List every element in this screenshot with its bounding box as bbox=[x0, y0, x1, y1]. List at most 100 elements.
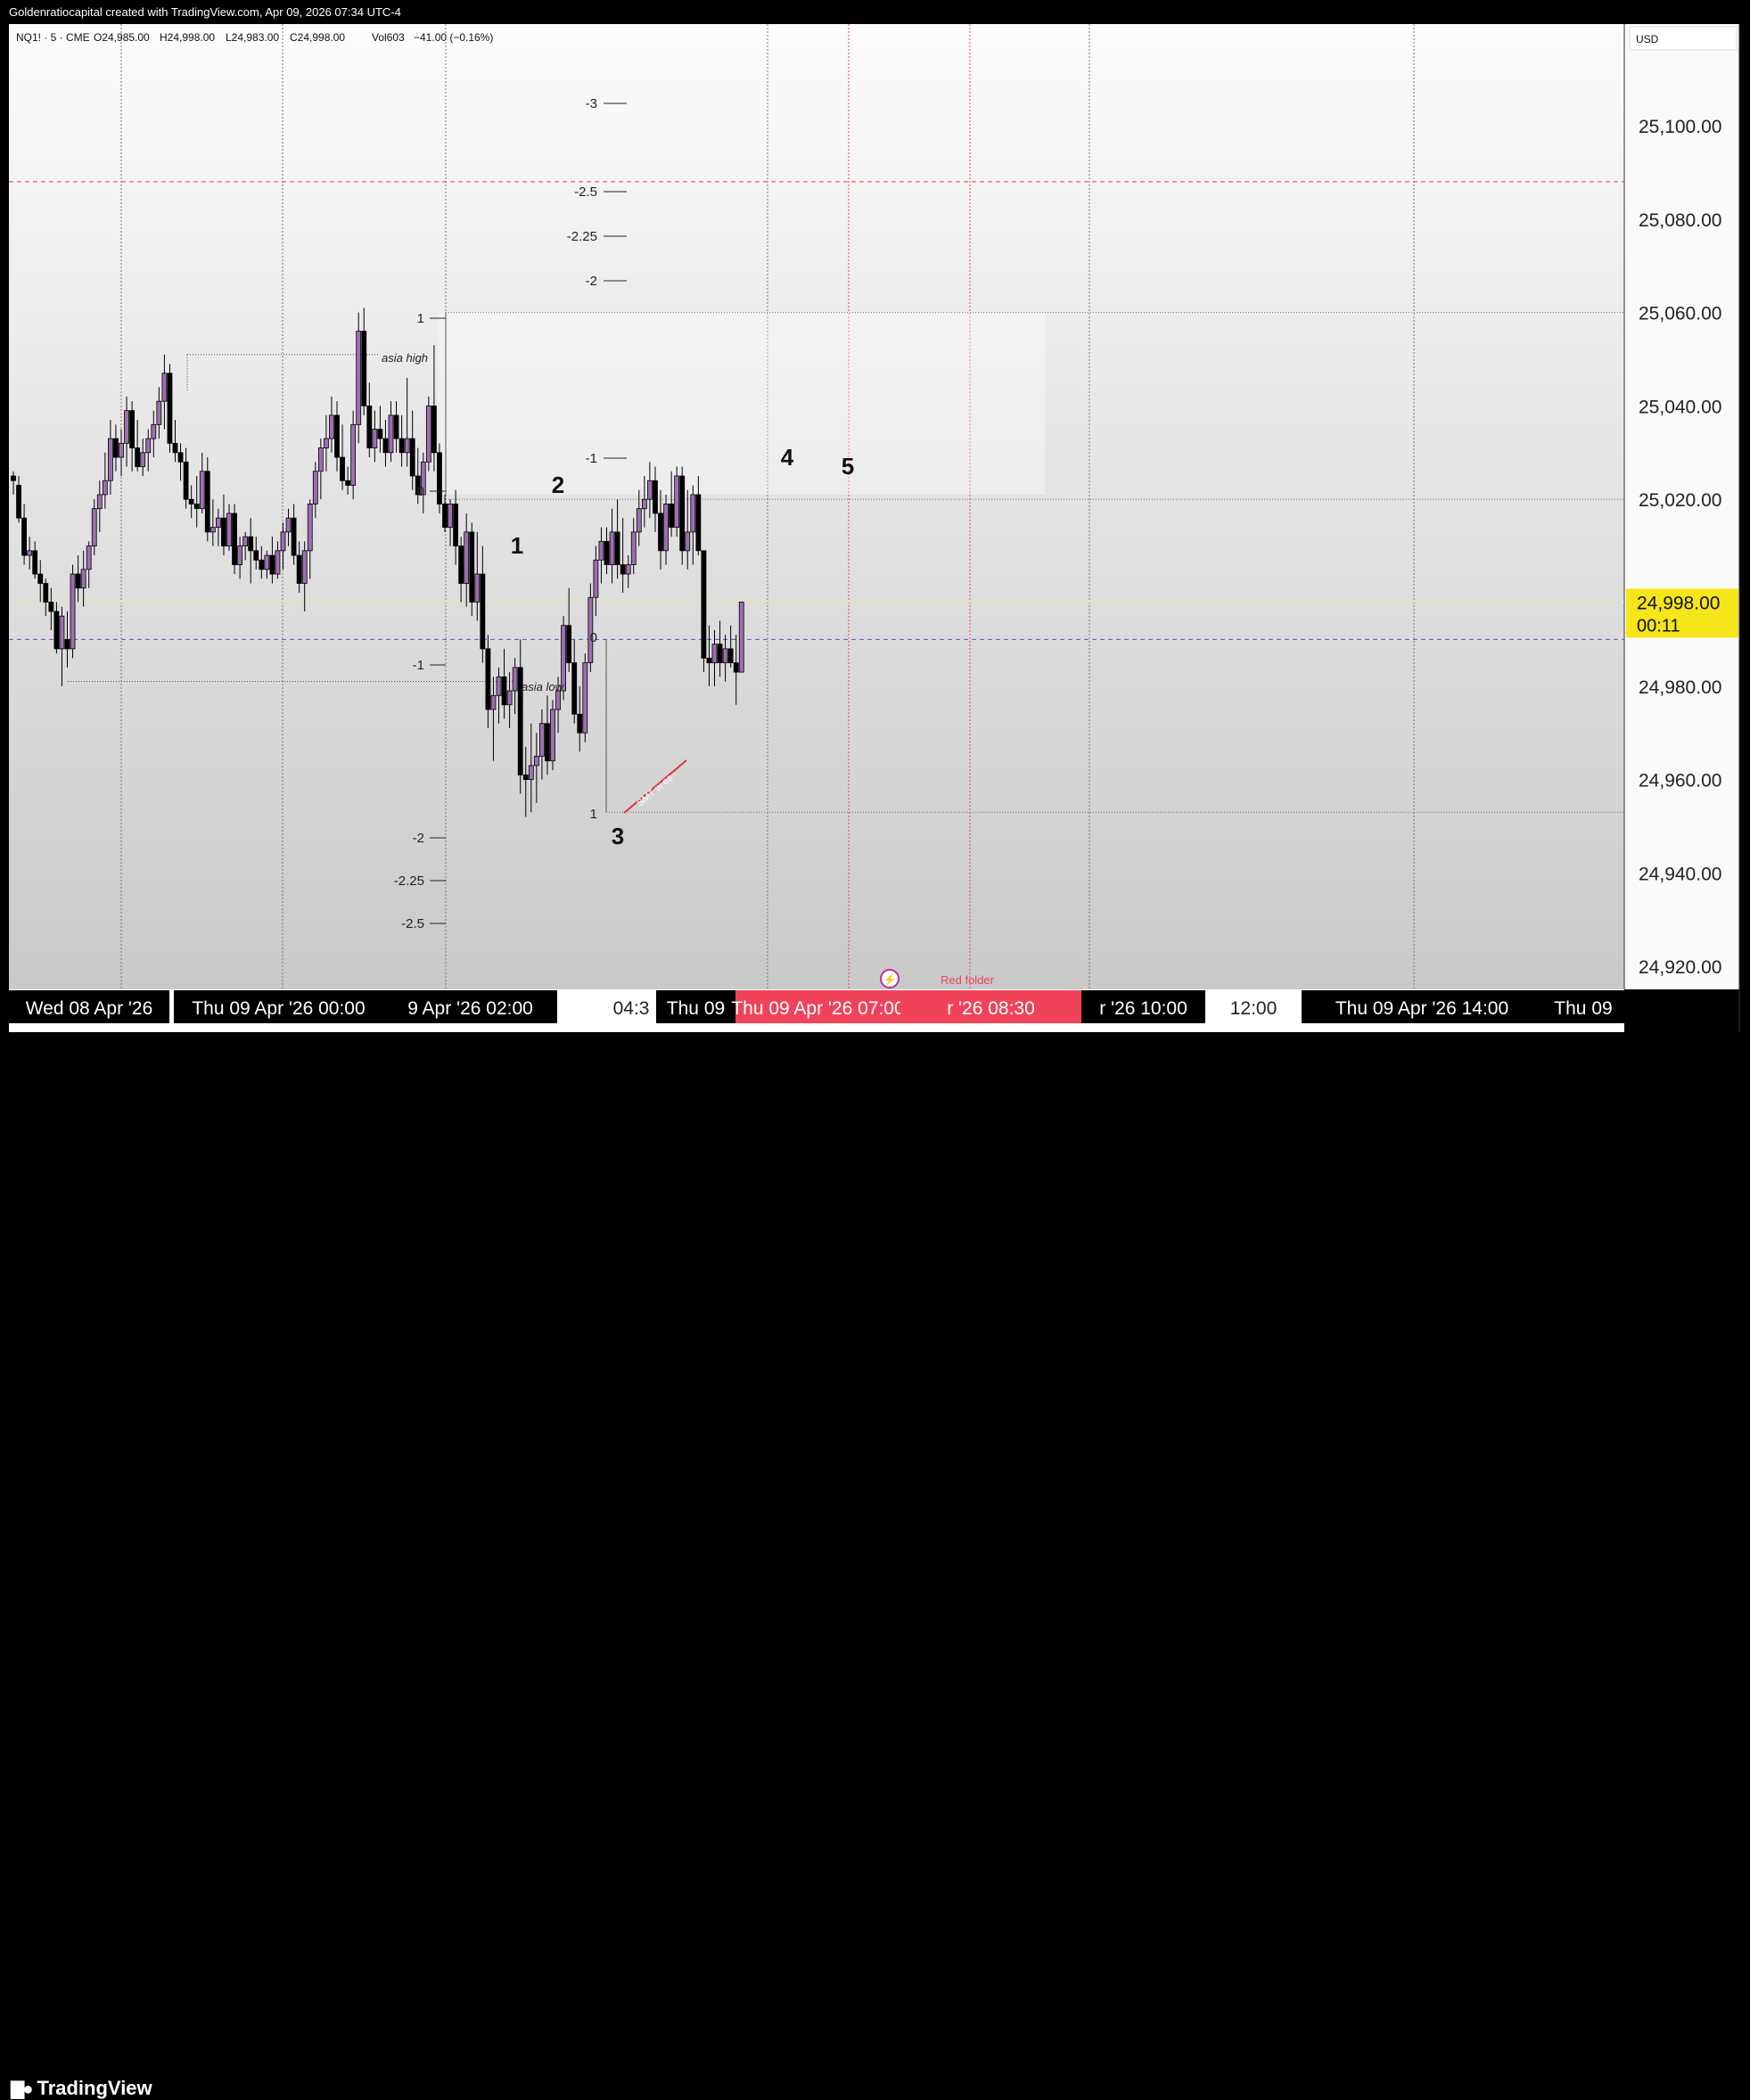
chart-background bbox=[9, 24, 1624, 989]
price-chart[interactable]: -3 -2.5 -2.25 -2 -1 0 1 0 1 -1 -2 -2.25 -2.5 asia hig… bbox=[0, 0, 1750, 1032]
time-axis[interactable]: Wed 08 Apr '26 Thu 09 Apr '26 00:00 9 Apr … bbox=[9, 989, 1624, 1032]
candle-body-up bbox=[350, 423, 357, 486]
candle-body-up bbox=[210, 527, 216, 533]
fib-label: -2.25 bbox=[567, 229, 597, 244]
candle-body-up bbox=[636, 508, 642, 533]
candle-body-down bbox=[695, 494, 702, 552]
footer-bar: ▇● TradingView bbox=[0, 1032, 1750, 2099]
candle bbox=[550, 700, 555, 771]
candle-body-down bbox=[727, 648, 734, 664]
candle-body-up bbox=[496, 676, 502, 696]
candle-body-up bbox=[242, 536, 249, 546]
candle-body-up bbox=[102, 480, 108, 496]
candle-body-down bbox=[177, 452, 184, 463]
candle-body-up bbox=[663, 504, 669, 552]
candle bbox=[582, 653, 588, 742]
candle-body-up bbox=[598, 540, 604, 561]
red-folder-icon-glyph: ⚡ bbox=[883, 973, 897, 986]
candle-body-up bbox=[506, 690, 513, 706]
candle-body-down bbox=[501, 676, 507, 706]
candle-body-up bbox=[425, 405, 431, 463]
candle-body-up bbox=[539, 723, 545, 757]
candle-body-up bbox=[555, 690, 561, 710]
fib-label: -1 bbox=[413, 658, 424, 673]
fib-label: -2 bbox=[413, 831, 424, 846]
fib-label: 1 bbox=[417, 311, 424, 326]
candle-body-up bbox=[156, 400, 162, 425]
candle-body-down bbox=[522, 774, 529, 780]
fib-label: -3 bbox=[586, 96, 597, 111]
wave-label-5: 5 bbox=[842, 453, 854, 480]
fib-label: -1 bbox=[586, 451, 597, 466]
candle-body-up bbox=[226, 513, 232, 546]
price-tick-label: 24,920.00 bbox=[1639, 957, 1721, 978]
candle-body-up bbox=[317, 447, 324, 472]
time-label: 12:00 bbox=[1230, 998, 1278, 1019]
candle-body-down bbox=[431, 405, 437, 454]
candle-body-down bbox=[183, 461, 189, 500]
currency-label: USD bbox=[1636, 33, 1659, 45]
candle-body-up bbox=[528, 765, 534, 781]
candle-body-down bbox=[75, 573, 81, 589]
candle bbox=[167, 364, 173, 453]
candle-body-down bbox=[442, 504, 448, 529]
candle bbox=[232, 504, 237, 575]
candle bbox=[701, 550, 707, 673]
candle-body-up bbox=[722, 648, 728, 664]
wave-label-4: 4 bbox=[781, 444, 794, 471]
candle-body-down bbox=[469, 531, 475, 603]
candle-body-down bbox=[334, 414, 340, 458]
candle-body-down bbox=[571, 662, 578, 715]
candle-body-up bbox=[91, 508, 97, 546]
candle-body-down bbox=[248, 536, 254, 552]
candle-body-down bbox=[545, 723, 550, 762]
candle-body-up bbox=[96, 494, 103, 510]
candle-body-down bbox=[604, 540, 610, 565]
tradingview-logo[interactable]: ▇● TradingView bbox=[11, 2077, 152, 2100]
candle-body-down bbox=[669, 504, 674, 529]
candle-body-up bbox=[582, 662, 588, 734]
candle-body-down bbox=[113, 438, 119, 458]
candle-body-down bbox=[345, 480, 351, 486]
candle-body-up bbox=[280, 531, 286, 552]
candle-body-up bbox=[625, 564, 631, 575]
candle-body-up bbox=[312, 471, 318, 504]
candle-body-up bbox=[199, 471, 205, 510]
price-tick-label: 25,080.00 bbox=[1639, 210, 1721, 231]
candle-body-up bbox=[285, 517, 292, 533]
candle-body-down bbox=[167, 373, 173, 444]
price-tick-label: 24,960.00 bbox=[1639, 771, 1721, 792]
fib-label: 1 bbox=[590, 807, 597, 822]
candle-body-down bbox=[620, 564, 626, 575]
candle-body-down bbox=[366, 405, 373, 448]
candle-body-up bbox=[647, 480, 653, 500]
candle-body-down bbox=[377, 429, 383, 439]
candle-body-down bbox=[485, 648, 491, 710]
candle-body-down bbox=[701, 550, 707, 659]
time-label: Thu 09 bbox=[667, 998, 725, 1019]
candle-body-up bbox=[464, 531, 470, 584]
candle-body-down bbox=[653, 480, 658, 514]
last-price-countdown: 00:11 bbox=[1637, 616, 1680, 636]
candle-body-up bbox=[630, 531, 637, 565]
candle-body-down bbox=[53, 611, 60, 650]
candle-body-up bbox=[323, 438, 329, 448]
candle-body-down bbox=[43, 583, 49, 603]
candle-body-down bbox=[480, 573, 486, 650]
time-label: Thu 09 Apr '26 07:00 bbox=[731, 998, 904, 1019]
tradingview-logo-icon: ▇● bbox=[11, 2079, 34, 2099]
candle-body-up bbox=[674, 475, 680, 529]
fib-label: -2.25 bbox=[394, 874, 424, 889]
candle-body-up bbox=[264, 554, 270, 570]
price-tick-label: 25,020.00 bbox=[1639, 490, 1721, 511]
candle-body-up bbox=[27, 550, 33, 556]
candle-body-down bbox=[614, 531, 620, 565]
candle-body-up bbox=[86, 546, 92, 570]
candle-body-down bbox=[658, 513, 663, 552]
candle-body-up bbox=[711, 644, 718, 664]
legend-close: C24,998.00 bbox=[290, 31, 345, 44]
candle bbox=[679, 466, 686, 565]
fib-label: -2.5 bbox=[574, 185, 597, 200]
price-tick-label: 25,040.00 bbox=[1639, 397, 1721, 417]
candle-body-down bbox=[64, 639, 70, 650]
